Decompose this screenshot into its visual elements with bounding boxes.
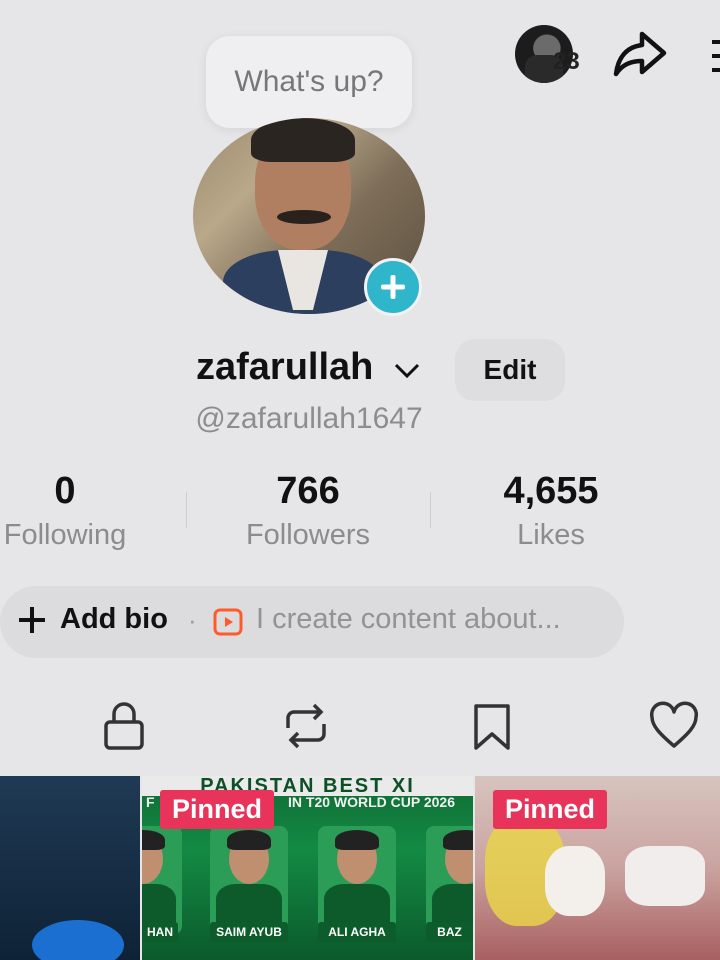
player-name: ALI AGHA <box>318 922 396 942</box>
video-thumbnail-pinned[interactable]: Pinned <box>475 776 720 960</box>
plus-icon <box>19 607 45 633</box>
username[interactable]: zafarullah <box>196 346 373 389</box>
video-grid: PAKISTAN BEST XI F IN T20 WORLD CUP 2026… <box>0 776 720 960</box>
note-bubble[interactable]: What's up? <box>206 36 412 128</box>
player-name: BAZ <box>426 922 473 942</box>
followers-count: 766 <box>276 470 340 512</box>
thumbnail-subtitle: IN T20 WORLD CUP 2026 <box>288 794 456 810</box>
stat-likes[interactable]: 4,655 Likes <box>451 470 651 552</box>
stat-followers[interactable]: 766 Followers <box>208 470 408 552</box>
following-count: 0 <box>54 470 76 512</box>
video-thumbnail[interactable] <box>0 776 140 960</box>
divider <box>430 492 431 528</box>
notification-count: 23 <box>553 48 580 75</box>
edit-profile-button[interactable]: Edit <box>455 339 565 401</box>
heart-icon[interactable] <box>650 700 698 752</box>
share-icon[interactable] <box>612 28 668 80</box>
player-name: SAIM AYUB <box>210 922 288 942</box>
player-name: HAN <box>142 922 178 942</box>
thumbnail-text: F <box>146 794 155 810</box>
repost-icon[interactable] <box>282 700 330 752</box>
pinned-badge: Pinned <box>493 790 608 829</box>
lock-icon[interactable] <box>100 700 148 752</box>
likes-label: Likes <box>517 519 585 551</box>
chevron-down-icon[interactable] <box>392 358 422 382</box>
pinned-badge: Pinned <box>160 790 275 829</box>
add-photo-button[interactable] <box>364 258 422 316</box>
separator-dot: · <box>188 605 197 635</box>
plus-icon <box>381 275 405 299</box>
followers-label: Followers <box>245 519 371 551</box>
likes-count: 4,655 <box>503 470 599 512</box>
bookmark-icon[interactable] <box>468 700 516 752</box>
user-handle: @zafarullah1647 <box>195 402 423 435</box>
stat-following[interactable]: 0 Following <box>0 470 165 552</box>
add-bio-label[interactable]: Add bio <box>60 603 168 636</box>
following-label: Following <box>3 519 127 551</box>
divider <box>186 492 187 528</box>
menu-icon[interactable] <box>710 36 720 76</box>
video-play-icon <box>213 608 243 636</box>
bio-placeholder[interactable]: I create content about... <box>256 603 561 636</box>
video-thumbnail-pinned[interactable]: PAKISTAN BEST XI F IN T20 WORLD CUP 2026… <box>142 776 473 960</box>
